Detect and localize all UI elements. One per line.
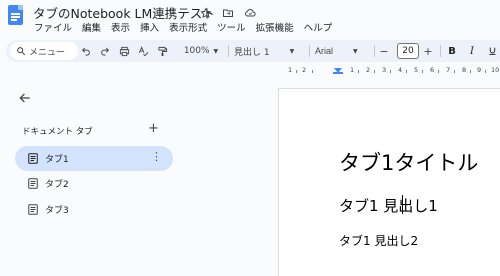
add-tab-button[interactable]: +	[148, 121, 159, 136]
menu-help[interactable]: ヘルプ	[304, 20, 333, 34]
tab-item-1[interactable]: タブ1 ⋮	[15, 146, 173, 171]
font-size-input[interactable]: 20	[397, 43, 419, 59]
increase-font-size-button[interactable]: +	[422, 43, 434, 59]
paint-format-icon[interactable]	[156, 43, 169, 59]
spellcheck-icon[interactable]	[137, 43, 150, 59]
ruler-label: 2	[302, 66, 307, 74]
star-icon[interactable]	[200, 4, 214, 19]
ruler-label: 8	[462, 66, 467, 74]
ruler-label: 7	[446, 66, 451, 74]
title-bar: タブのNotebook LM連携テスト ファイル 編集 表示 挿入 表示形式 ツ…	[0, 0, 500, 38]
ruler-label: 6	[430, 66, 435, 74]
menu-edit[interactable]: 編集	[82, 20, 101, 34]
search-menus-label: メニュー	[29, 47, 66, 58]
ruler-label: 2	[366, 66, 371, 74]
decrease-font-size-button[interactable]: −	[378, 43, 390, 59]
italic-button[interactable]: I	[466, 43, 478, 59]
ruler-tick	[470, 70, 471, 73]
chevron-down-icon: ▼	[353, 47, 358, 55]
font-select[interactable]: Arial ▼	[315, 43, 375, 59]
more-options-icon[interactable]: ⋮	[151, 150, 162, 163]
bold-button[interactable]: B	[446, 43, 458, 59]
paragraph-style-value: 見出し 1	[234, 47, 270, 58]
document-page[interactable]: タブ1タイトル タブ1 見出し1 タブ1 見出し2	[279, 89, 500, 276]
print-icon[interactable]	[118, 43, 131, 59]
heading-1-text[interactable]: タブ1 見出し1	[339, 195, 438, 216]
ruler-tick	[485, 70, 486, 73]
tab-label: タブ3	[45, 206, 69, 216]
tab-item-3[interactable]: タブ3	[15, 197, 173, 222]
document-title-text[interactable]: タブ1タイトル	[339, 147, 478, 177]
toolbar-divider	[440, 45, 441, 57]
toolbar-divider	[309, 45, 310, 57]
chevron-down-icon: ▼	[213, 47, 219, 55]
menu-bar: ファイル 編集 表示 挿入 表示形式 ツール 拡張機能 ヘルプ	[34, 20, 332, 34]
document-icon	[28, 204, 38, 215]
toolbar-divider	[374, 45, 375, 57]
ruler-tick	[406, 70, 407, 73]
ruler-label: 1	[288, 66, 293, 74]
menu-extensions[interactable]: 拡張機能	[256, 20, 294, 34]
ruler-label: 4	[398, 66, 403, 74]
text-cursor	[402, 195, 403, 214]
zoom-select[interactable]: 100% ▼	[180, 43, 222, 59]
ruler-label: 9	[477, 66, 482, 74]
first-line-indent-marker[interactable]	[333, 72, 343, 74]
ruler-label: 3	[382, 66, 387, 74]
chevron-down-icon: ▼	[289, 47, 295, 55]
ruler-tick	[390, 70, 391, 73]
ruler-label: 1	[350, 66, 355, 74]
font-value: Arial	[315, 46, 334, 56]
toolbar-divider	[228, 45, 229, 57]
ruler-tick	[358, 70, 359, 73]
ruler-label: 5	[414, 66, 419, 74]
document-tabs-heading: ドキュメント タブ	[22, 127, 93, 137]
docs-logo-icon[interactable]	[8, 5, 23, 25]
underline-button[interactable]	[486, 43, 498, 59]
tab-item-2[interactable]: タブ2	[15, 171, 173, 196]
move-folder-icon[interactable]	[222, 4, 236, 18]
zoom-value: 100%	[183, 46, 210, 56]
ruler-tick	[296, 70, 297, 73]
undo-icon[interactable]	[80, 43, 92, 59]
ruler-tick	[374, 70, 375, 73]
ruler-label: 10	[491, 66, 500, 74]
document-tabs-sidebar: ドキュメント タブ + タブ1 ⋮ タブ2 タブ3	[0, 78, 190, 276]
ruler-tick	[422, 70, 423, 73]
cloud-status-icon[interactable]	[244, 4, 258, 18]
search-icon	[17, 47, 26, 56]
horizontal-ruler[interactable]: 1 2 1 2 3 4 5 6 7 8 9 10	[278, 66, 500, 76]
menu-view[interactable]: 表示	[111, 20, 130, 34]
menu-file[interactable]: ファイル	[34, 20, 72, 34]
back-arrow-icon[interactable]	[18, 90, 34, 106]
tab-label: タブ1	[45, 155, 69, 165]
menu-tools[interactable]: ツール	[217, 20, 246, 34]
redo-icon[interactable]	[99, 43, 111, 59]
heading-2-text[interactable]: タブ1 見出し2	[339, 232, 418, 249]
paragraph-style-select[interactable]: 見出し 1 ▼	[234, 43, 304, 59]
formatting-toolbar: メニュー 100% ▼ 見出し 1 ▼ Arial ▼ − 20 + B I	[6, 40, 500, 62]
tab-label: タブ2	[45, 180, 69, 190]
menu-format[interactable]: 表示形式	[169, 20, 207, 34]
google-docs-window: タブのNotebook LM連携テスト ファイル 編集 表示 挿入 表示形式 ツ…	[0, 0, 500, 276]
search-menus-button[interactable]: メニュー	[10, 42, 78, 60]
title-actions	[200, 4, 258, 19]
underline-icon	[489, 47, 495, 55]
ruler-tick	[438, 70, 439, 73]
menu-insert[interactable]: 挿入	[140, 20, 159, 34]
ruler-tick	[312, 70, 313, 73]
document-icon	[28, 153, 38, 164]
ruler-tick	[454, 70, 455, 73]
document-icon	[28, 178, 38, 189]
